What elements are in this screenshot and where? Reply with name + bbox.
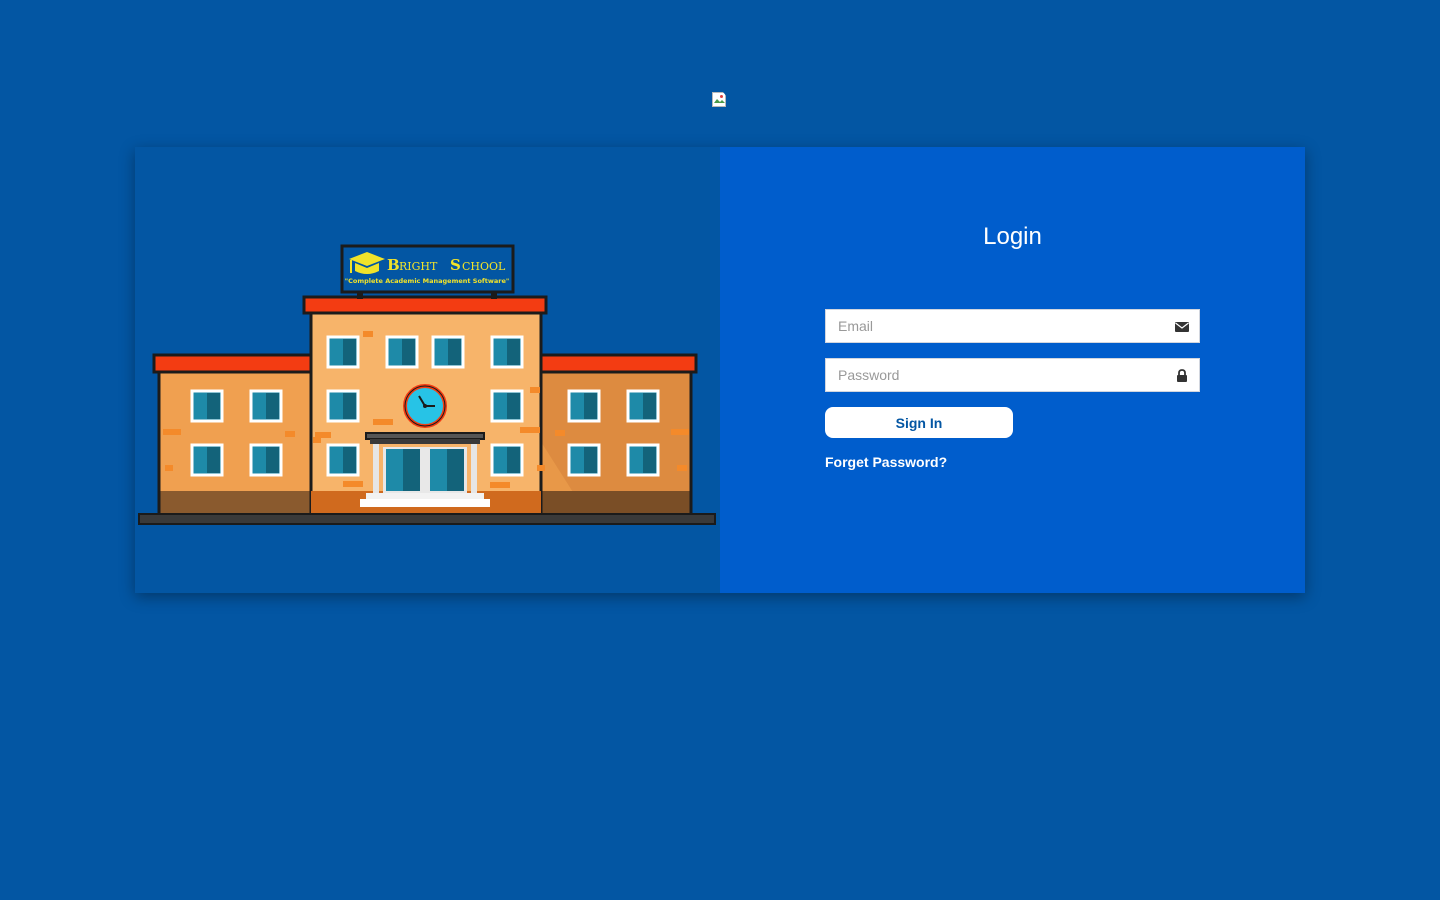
login-card: B RIGHT S CHOOL "Complete Academic Manag… [135,147,1305,593]
school-illustration-panel: B RIGHT S CHOOL "Complete Academic Manag… [135,147,720,593]
login-form-panel: Login Sign In Forget Password? [720,147,1305,593]
school-building-illustration: B RIGHT S CHOOL "Complete Academic Manag… [138,244,716,525]
login-page: B RIGHT S CHOOL "Complete Academic Manag… [0,0,1440,900]
email-field[interactable] [825,309,1200,343]
email-input[interactable] [826,310,1166,342]
envelope-icon [1175,322,1189,332]
sign-title-right: RIGHT [399,260,438,273]
password-field[interactable] [825,358,1200,392]
lock-icon [1177,369,1187,382]
sign-tagline: "Complete Academic Management Software" [345,277,510,285]
forget-password-link[interactable]: Forget Password? [825,454,947,470]
password-input[interactable] [826,359,1166,391]
sign-in-button[interactable]: Sign In [825,407,1013,438]
broken-image-icon [712,92,728,107]
sign-title-chool: CHOOL [462,260,506,273]
login-title: Login [983,223,1042,250]
sign-title-b: B [387,256,400,274]
sign-title-s: S [450,256,461,274]
